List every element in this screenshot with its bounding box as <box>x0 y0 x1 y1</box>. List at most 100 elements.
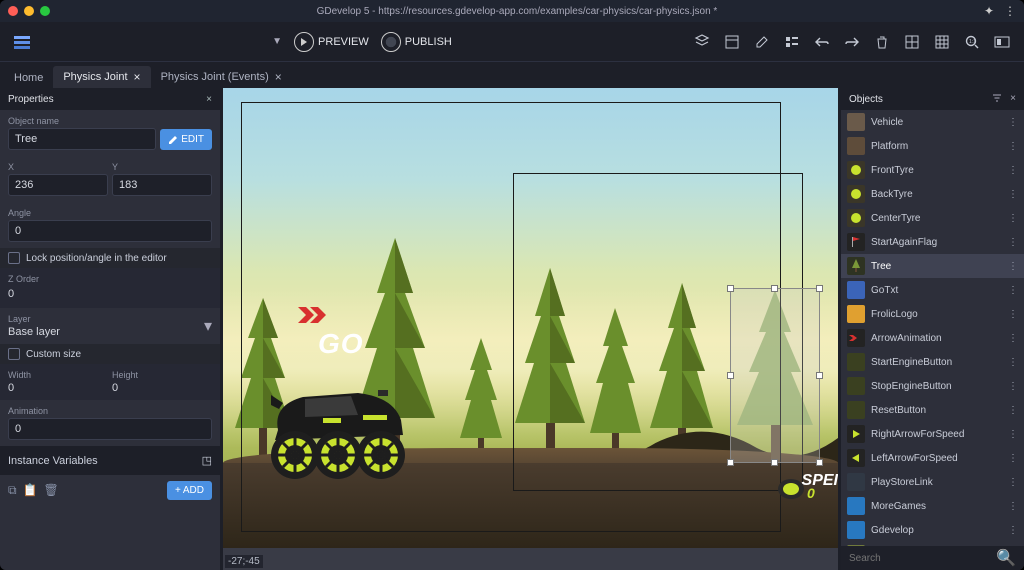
checkbox-icon[interactable] <box>8 252 20 264</box>
undo-icon[interactable] <box>808 28 836 56</box>
more-icon[interactable]: ⋮ <box>1008 261 1018 272</box>
y-field[interactable]: 183 <box>112 174 212 196</box>
close-panel-icon[interactable]: × <box>1010 93 1016 106</box>
object-item-leftarrowforspeed[interactable]: LeftArrowForSpeed⋮ <box>841 446 1024 470</box>
resize-handle-se[interactable] <box>816 459 823 466</box>
vehicle-sprite[interactable] <box>263 385 413 485</box>
open-external-icon[interactable]: ◳ <box>202 454 212 467</box>
object-item-platform[interactable]: Platform⋮ <box>841 134 1024 158</box>
grid-icon[interactable] <box>928 28 956 56</box>
more-icon[interactable]: ⋮ <box>1008 117 1018 128</box>
object-item-stopenginebutton[interactable]: StopEngineButton⋮ <box>841 374 1024 398</box>
height-field[interactable]: 0 <box>112 382 212 394</box>
more-icon[interactable]: ⋮ <box>1008 309 1018 320</box>
resize-handle-n[interactable] <box>771 285 778 292</box>
edit-button[interactable]: EDIT <box>160 129 212 150</box>
object-item-gdevelop[interactable]: Gdevelop⋮ <box>841 518 1024 542</box>
more-icon[interactable]: ⋮ <box>1008 381 1018 392</box>
maximize-window-icon[interactable] <box>40 6 50 16</box>
objects-icon[interactable] <box>778 28 806 56</box>
object-item-centertyre[interactable]: CenterTyre⋮ <box>841 206 1024 230</box>
filter-icon[interactable] <box>992 93 1002 106</box>
more-icon[interactable]: ⋮ <box>1008 525 1018 536</box>
tab-physics-joint[interactable]: Physics Joint× <box>53 66 150 88</box>
preview-dropdown-icon[interactable]: ▼ <box>272 36 282 47</box>
copy-icon[interactable]: ⧉ <box>8 483 17 498</box>
search-icon[interactable]: 🔍 <box>996 548 1016 568</box>
object-item-tree[interactable]: Tree⋮ <box>841 254 1024 278</box>
more-icon[interactable]: ⋮ <box>1008 141 1018 152</box>
resize-handle-nw[interactable] <box>727 285 734 292</box>
custom-size-checkbox-row[interactable]: Custom size <box>0 344 220 364</box>
close-icon[interactable]: × <box>275 70 282 84</box>
close-panel-icon[interactable]: × <box>206 94 212 105</box>
add-variable-button[interactable]: +ADD <box>167 481 212 500</box>
more-icon[interactable]: ⋮ <box>1008 189 1018 200</box>
object-item-backtyre[interactable]: BackTyre⋮ <box>841 182 1024 206</box>
object-item-playstorelink[interactable]: PlayStoreLink ⋮ <box>841 470 1024 494</box>
more-icon[interactable]: ⋮ <box>1008 477 1018 488</box>
selection-box[interactable] <box>730 288 820 463</box>
publish-button[interactable]: PUBLISH <box>381 32 452 52</box>
preview-button[interactable]: PREVIEW <box>294 32 369 52</box>
resize-handle-sw[interactable] <box>727 459 734 466</box>
more-icon[interactable]: ⋮ <box>1008 357 1018 368</box>
tab-physics-joint-events[interactable]: Physics Joint (Events)× <box>151 66 292 88</box>
search-input[interactable] <box>849 553 996 564</box>
zorder-field[interactable]: 0 <box>8 286 212 302</box>
delete-icon[interactable] <box>868 28 896 56</box>
speed-hud-sprite[interactable]: 0 <box>777 476 803 502</box>
layers-icon[interactable] <box>688 28 716 56</box>
object-item-label: PlayStoreLink <box>871 477 933 488</box>
more-icon[interactable]: ⋮ <box>1008 501 1018 512</box>
animation-field[interactable]: 0 <box>8 418 212 440</box>
object-item-gotxt[interactable]: GoTxt⋮ <box>841 278 1024 302</box>
edit-icon[interactable] <box>748 28 776 56</box>
object-item-startagainflag[interactable]: StartAgainFlag⋮ <box>841 230 1024 254</box>
tab-home[interactable]: Home <box>4 68 53 88</box>
more-icon[interactable]: ⋮ <box>1008 237 1018 248</box>
object-item-startenginebutton[interactable]: StartEngineButton⋮ <box>841 350 1024 374</box>
menu-icon[interactable]: ⋮ <box>1004 4 1016 18</box>
more-icon[interactable]: ⋮ <box>1008 285 1018 296</box>
redo-icon[interactable] <box>838 28 866 56</box>
delete-icon[interactable]: 🗑 <box>44 483 59 498</box>
resize-handle-s[interactable] <box>771 459 778 466</box>
object-item-rightarrowforspeed[interactable]: RightArrowForSpeed⋮ <box>841 422 1024 446</box>
instances-icon[interactable] <box>718 28 746 56</box>
close-icon[interactable]: × <box>134 70 141 84</box>
lock-checkbox-row[interactable]: Lock position/angle in the editor <box>0 248 220 268</box>
minimize-window-icon[interactable] <box>24 6 34 16</box>
resize-handle-e[interactable] <box>816 372 823 379</box>
layer-dropdown[interactable]: Layer Base layer ▾ <box>0 308 220 344</box>
object-item-fronttyre[interactable]: FrontTyre⋮ <box>841 158 1024 182</box>
project-icon[interactable] <box>8 28 36 56</box>
checkbox-icon[interactable] <box>8 348 20 360</box>
more-icon[interactable]: ⋮ <box>1008 165 1018 176</box>
extension-icon[interactable]: ✦ <box>984 4 994 18</box>
more-icon[interactable]: ⋮ <box>1008 213 1018 224</box>
paste-icon[interactable]: 📋 <box>23 483 38 498</box>
object-item-vehicle[interactable]: Vehicle⋮ <box>841 110 1024 134</box>
object-item-froliclogo[interactable]: FrolicLogo⋮ <box>841 302 1024 326</box>
more-icon[interactable]: ⋮ <box>1008 405 1018 416</box>
object-item-resetbutton[interactable]: ResetButton⋮ <box>841 398 1024 422</box>
more-icon[interactable]: ⋮ <box>1008 453 1018 464</box>
more-icon[interactable]: ⋮ <box>1008 429 1018 440</box>
angle-field[interactable]: 0 <box>8 220 212 242</box>
zoom-icon[interactable]: 1:1 <box>958 28 986 56</box>
object-item-moregames[interactable]: MoreGames⋮ <box>841 494 1024 518</box>
go-text-sprite[interactable]: GO <box>318 328 364 360</box>
resize-handle-w[interactable] <box>727 372 734 379</box>
close-window-icon[interactable] <box>8 6 18 16</box>
object-item-arrowanimation[interactable]: ArrowAnimation⋮ <box>841 326 1024 350</box>
x-field[interactable]: 236 <box>8 174 108 196</box>
speed-text-sprite[interactable]: SPEI <box>802 472 838 490</box>
grid-setup-icon[interactable] <box>898 28 926 56</box>
width-field[interactable]: 0 <box>8 382 108 394</box>
settings-icon[interactable] <box>988 28 1016 56</box>
resize-handle-ne[interactable] <box>816 285 823 292</box>
scene-editor[interactable]: GO <box>223 88 838 570</box>
object-name-field[interactable]: Tree <box>8 128 156 150</box>
more-icon[interactable]: ⋮ <box>1008 333 1018 344</box>
